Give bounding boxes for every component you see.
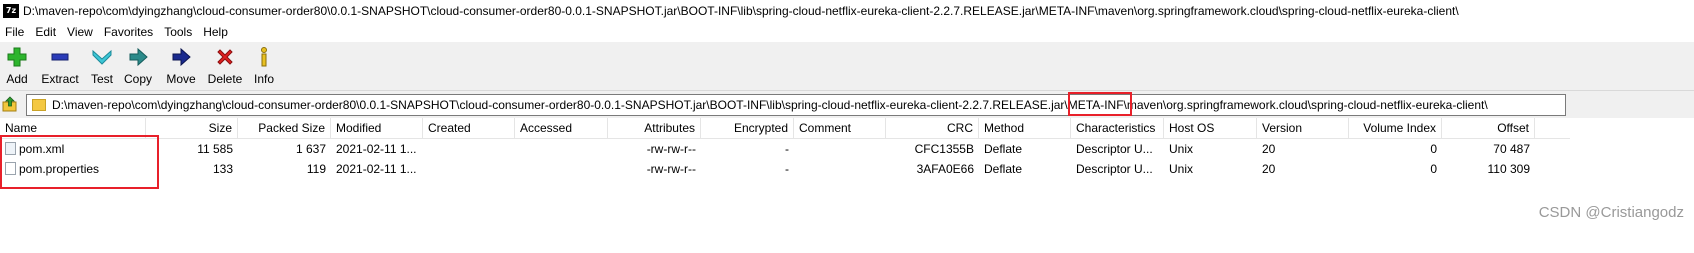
move-button[interactable]: Move <box>158 42 204 90</box>
menu-bar: File Edit View Favorites Tools Help <box>0 22 1694 42</box>
address-bar: D:\maven-repo\com\dyingzhang\cloud-consu… <box>0 90 1694 119</box>
column-encrypted[interactable]: Encrypted <box>701 118 794 138</box>
host-os-cell: Unix <box>1169 142 1194 156</box>
file-row-pom-properties[interactable]: pom.properties 133 119 2021-02-11 1... -… <box>0 159 1570 179</box>
copy-arrow-icon <box>129 47 148 67</box>
column-crc[interactable]: CRC <box>886 118 979 138</box>
characteristics-cell: Descriptor U... <box>1076 162 1153 176</box>
column-volume-index[interactable]: Volume Index <box>1349 118 1442 138</box>
volume-index-cell: 0 <box>1430 142 1437 156</box>
path-input[interactable]: D:\maven-repo\com\dyingzhang\cloud-consu… <box>26 94 1566 116</box>
checkmark-icon <box>92 49 112 65</box>
column-version[interactable]: Version <box>1257 118 1349 138</box>
menu-tools[interactable]: Tools <box>159 25 198 39</box>
watermark: CSDN @Cristiangodz <box>1538 204 1684 221</box>
method-cell: Deflate <box>984 162 1023 176</box>
info-button[interactable]: Info <box>246 42 282 90</box>
move-arrow-icon <box>172 47 191 67</box>
file-list: Name Size Packed Size Modified Created A… <box>0 118 1694 253</box>
path-text: D:\maven-repo\com\dyingzhang\cloud-consu… <box>52 98 1488 112</box>
characteristics-cell: Descriptor U... <box>1076 142 1153 156</box>
version-cell: 20 <box>1262 162 1276 176</box>
modified-cell: 2021-02-11 1... <box>336 162 417 176</box>
offset-cell: 70 487 <box>1493 142 1530 156</box>
column-offset[interactable]: Offset <box>1442 118 1535 138</box>
column-header-row: Name Size Packed Size Modified Created A… <box>0 118 1570 139</box>
offset-cell: 110 309 <box>1487 162 1531 176</box>
column-attributes[interactable]: Attributes <box>608 118 701 138</box>
column-accessed[interactable]: Accessed <box>515 118 608 138</box>
add-label: Add <box>6 72 28 86</box>
menu-file[interactable]: File <box>0 25 30 39</box>
delete-button[interactable]: Delete <box>204 42 246 90</box>
host-os-cell: Unix <box>1169 162 1194 176</box>
info-icon <box>261 47 267 67</box>
minus-icon <box>51 53 69 61</box>
packed-size-cell: 1 637 <box>295 142 326 156</box>
column-method[interactable]: Method <box>979 118 1071 138</box>
menu-help[interactable]: Help <box>198 25 234 39</box>
copy-button[interactable]: Copy <box>118 42 158 90</box>
delete-label: Delete <box>207 72 243 86</box>
size-cell: 11 585 <box>197 142 233 156</box>
modified-cell: 2021-02-11 1... <box>336 142 417 156</box>
column-created[interactable]: Created <box>423 118 515 138</box>
highlight-box-meta-inf <box>1068 92 1132 116</box>
attributes-cell: -rw-rw-r-- <box>646 142 696 156</box>
column-characteristics[interactable]: Characteristics <box>1071 118 1164 138</box>
crc-cell: CFC1355B <box>914 142 974 156</box>
menu-view[interactable]: View <box>62 25 99 39</box>
up-folder-button[interactable] <box>2 96 18 112</box>
packed-size-cell: 119 <box>306 162 326 176</box>
attributes-cell: -rw-rw-r-- <box>646 162 696 176</box>
encrypted-cell: - <box>785 162 789 176</box>
column-comment[interactable]: Comment <box>794 118 886 138</box>
highlight-box-files <box>0 135 159 189</box>
column-packed-size[interactable]: Packed Size <box>238 118 331 138</box>
folder-icon <box>32 99 46 111</box>
title-bar: 7z D:\maven-repo\com\dyingzhang\cloud-co… <box>0 0 1694 22</box>
file-row-pom-xml[interactable]: pom.xml 11 585 1 637 2021-02-11 1... -rw… <box>0 139 1570 159</box>
column-modified[interactable]: Modified <box>331 118 423 138</box>
encrypted-cell: - <box>785 142 789 156</box>
method-cell: Deflate <box>984 142 1023 156</box>
add-button[interactable]: Add <box>0 42 34 90</box>
toolbar: Add Extract Test Copy Move Delete Info <box>0 42 1694 90</box>
move-label: Move <box>166 72 196 86</box>
menu-favorites[interactable]: Favorites <box>99 25 159 39</box>
volume-index-cell: 0 <box>1430 162 1437 176</box>
crc-cell: 3AFA0E66 <box>916 162 974 176</box>
info-label: Info <box>253 72 274 86</box>
plus-icon <box>7 47 27 67</box>
column-host-os[interactable]: Host OS <box>1164 118 1257 138</box>
window-title: D:\maven-repo\com\dyingzhang\cloud-consu… <box>23 4 1459 18</box>
delete-x-icon <box>217 49 233 65</box>
extract-label: Extract <box>41 72 79 86</box>
size-cell: 133 <box>212 162 233 176</box>
menu-edit[interactable]: Edit <box>30 25 62 39</box>
copy-label: Copy <box>123 72 152 86</box>
7zip-app-icon: 7z <box>3 4 19 18</box>
extract-button[interactable]: Extract <box>34 42 86 90</box>
up-folder-icon <box>2 96 17 112</box>
version-cell: 20 <box>1262 142 1276 156</box>
column-size[interactable]: Size <box>146 118 238 138</box>
test-button[interactable]: Test <box>86 42 118 90</box>
test-label: Test <box>90 72 113 86</box>
